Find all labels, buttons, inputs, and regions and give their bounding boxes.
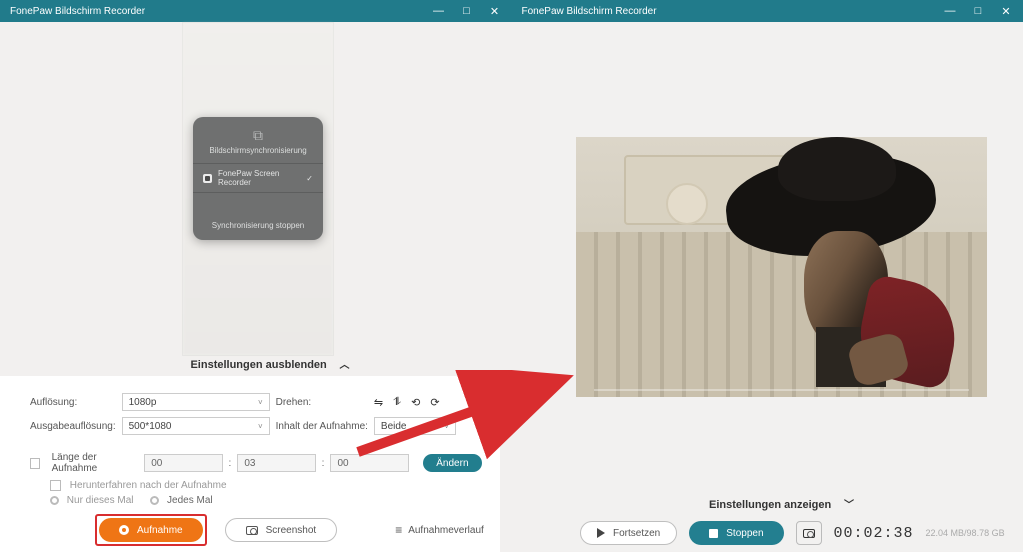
history-label: Aufnahmeverlauf [408, 525, 484, 536]
length-label: Länge der Aufnahme [52, 452, 131, 474]
record-icon [119, 525, 129, 535]
content-value: Beide [381, 421, 407, 432]
camera-icon [803, 529, 815, 538]
app-title: FonePaw Bildschirm Recorder [10, 6, 145, 17]
flip-horizontal-icon[interactable]: ⇋ [374, 396, 383, 409]
sync-title: Bildschirmsynchronisierung [193, 146, 323, 155]
screenshot-label: Screenshot [266, 525, 317, 536]
maximize-icon[interactable]: □ [460, 5, 474, 17]
hide-settings-toggle[interactable]: Einstellungen ausblenden ︿ [0, 356, 540, 371]
show-settings-toggle[interactable]: Einstellungen anzeigen ﹀ [540, 496, 1023, 511]
airplay-sync-panel: ⧉ Bildschirmsynchronisierung FonePaw Scr… [193, 117, 323, 240]
length-checkbox[interactable] [30, 458, 40, 469]
content-label: Inhalt der Aufnahme: [276, 414, 374, 438]
chevron-down-icon: ˅ [444, 422, 449, 431]
every-time-radio[interactable] [150, 496, 159, 505]
output-resolution-value: 500*1080 [129, 421, 172, 432]
show-settings-label: Einstellungen anzeigen [709, 499, 831, 511]
rotate-controls: ⇋ ⥮ ⟲ ⟳ [374, 396, 440, 409]
close-icon[interactable]: ✕ [488, 5, 502, 18]
resolution-value: 1080p [129, 397, 157, 408]
stop-sync-button[interactable]: Synchronisierung stoppen [193, 193, 323, 230]
chevron-up-icon: ︿ [340, 356, 350, 371]
output-resolution-select[interactable]: 500*1080 ˅ [122, 417, 270, 435]
every-time-label: Jedes Mal [167, 495, 213, 506]
hours-input[interactable]: 00 [144, 454, 222, 472]
resolution-label: Auflösung: [30, 390, 122, 414]
record-button[interactable]: Aufnahme [99, 518, 203, 542]
recording-window: Einstellungen anzeigen ﹀ Fortsetzen Stop… [540, 22, 1023, 551]
app-icon [203, 174, 212, 183]
snapshot-button[interactable] [796, 521, 822, 545]
close-icon[interactable]: ✕ [999, 5, 1013, 18]
screens-icon: ⧉ [193, 127, 323, 144]
history-button[interactable]: ≡ Aufnahmeverlauf [395, 523, 484, 537]
rotate-left-icon[interactable]: ⟲ [411, 396, 420, 409]
seconds-input[interactable]: 00 [330, 454, 408, 472]
only-this-radio[interactable] [50, 496, 59, 505]
stop-label: Stoppen [726, 528, 763, 539]
phone-mirror-preview: ⧉ Bildschirmsynchronisierung FonePaw Scr… [182, 22, 334, 356]
output-resolution-label: Ausgabeauflösung: [30, 414, 122, 438]
chevron-down-icon: ˅ [258, 398, 263, 407]
only-this-label: Nur dieses Mal [67, 495, 134, 506]
settings-panel: Auflösung: 1080p ˅ Drehen: ⇋ ⥮ ⟲ ⟳ Ausga… [0, 376, 500, 552]
stop-button[interactable]: Stoppen [689, 521, 783, 545]
resolution-select[interactable]: 1080p ˅ [122, 393, 270, 411]
shutdown-label: Herunterfahren nach der Aufnahme [70, 480, 227, 491]
camera-icon [246, 526, 258, 535]
storage-info: 22.04 MB/98.78 GB [926, 528, 1005, 538]
progress-bar[interactable] [594, 389, 969, 391]
record-label: Aufnahme [137, 525, 183, 536]
checkmark-icon: ✓ [306, 174, 313, 183]
app-title: FonePaw Bildschirm Recorder [522, 6, 657, 17]
highlight-frame: Aufnahme [95, 514, 207, 546]
titlebar-left: FonePaw Bildschirm Recorder — □ ✕ [0, 0, 512, 22]
video-preview [576, 137, 987, 397]
minimize-icon[interactable]: — [432, 5, 446, 17]
resume-button[interactable]: Fortsetzen [580, 521, 677, 545]
chevron-down-icon: ﹀ [844, 500, 854, 511]
rotate-right-icon[interactable]: ⟳ [430, 396, 439, 409]
flip-vertical-icon[interactable]: ⥮ [393, 396, 401, 409]
minimize-icon[interactable]: — [943, 5, 957, 17]
recording-timer: 00:02:38 [834, 525, 914, 542]
stop-icon [709, 529, 718, 538]
maximize-icon[interactable]: □ [971, 5, 985, 17]
change-button[interactable]: Ändern [423, 454, 482, 472]
titlebar-right: FonePaw Bildschirm Recorder — □ ✕ [512, 0, 1023, 22]
sync-target-row[interactable]: FonePaw Screen Recorder ✓ [193, 163, 323, 193]
play-icon [597, 528, 605, 538]
sync-target-label: FonePaw Screen Recorder [218, 169, 306, 187]
content-select[interactable]: Beide ˅ [374, 417, 456, 435]
shutdown-checkbox[interactable] [50, 480, 61, 491]
minutes-input[interactable]: 03 [237, 454, 315, 472]
hide-settings-label: Einstellungen ausblenden [190, 359, 326, 371]
screenshot-button[interactable]: Screenshot [225, 518, 338, 542]
list-icon: ≡ [395, 523, 402, 537]
chevron-down-icon: ˅ [258, 422, 263, 431]
resume-label: Fortsetzen [613, 528, 660, 539]
rotate-label: Drehen: [276, 390, 374, 414]
